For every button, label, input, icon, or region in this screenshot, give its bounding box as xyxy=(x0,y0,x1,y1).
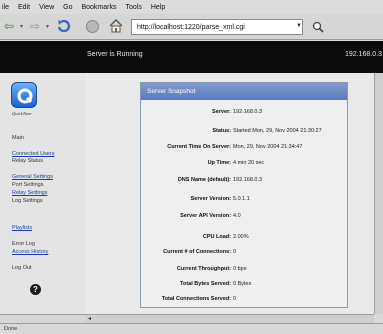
row-value: Mon, 29, Nov 2004 21:34:47 xyxy=(233,144,303,150)
snapshot-row: Current # of Connections: 0 xyxy=(141,249,347,259)
snapshot-row: Status: Started Mon, 29, Nov 2004 21:30:… xyxy=(141,128,347,138)
status-text: Done xyxy=(4,326,18,332)
sidebar-item-port-settings[interactable]: Port Settings xyxy=(12,182,44,188)
sidebar: QuickTime Main Connected Users Relay Sta… xyxy=(0,73,85,314)
sidebar-item-error-log[interactable]: Error Log xyxy=(12,241,35,247)
horizontal-scrollbar[interactable]: ◂ xyxy=(86,314,374,323)
server-status-header: Server is Running 192.168.0.3 xyxy=(0,41,383,73)
row-value: Started Mon, 29, Nov 2004 21:30:27 xyxy=(233,128,322,134)
menu-file[interactable]: ile xyxy=(2,4,9,11)
panel-title: Server Snapshot xyxy=(141,83,347,100)
scroll-left-icon[interactable]: ◂ xyxy=(88,315,91,322)
quicktime-logo-text: QuickTime xyxy=(12,111,32,116)
snapshot-row: Server Version: 5.0.1.1 xyxy=(141,196,347,206)
snapshot-row: Up Time: 4 min 20 sec xyxy=(141,160,347,170)
row-value: 4 min 20 sec xyxy=(233,160,265,166)
row-label: Server: xyxy=(212,109,231,115)
row-value: 0 xyxy=(233,249,237,255)
row-label: Server Version: xyxy=(190,196,231,202)
snapshot-row: Server: 192.168.0.3 xyxy=(141,109,347,119)
row-label: Current Time On Server: xyxy=(167,144,231,150)
row-value: 0 Bytes xyxy=(233,281,252,287)
row-label: Server API Version: xyxy=(180,213,231,219)
server-ip-text: 192.168.0.3 xyxy=(345,51,382,58)
row-value: 0 xyxy=(233,296,237,302)
row-label: Total Bytes Served: xyxy=(180,281,231,287)
row-value: 2.00% xyxy=(233,234,249,240)
snapshot-row: Total Connections Served: 0 xyxy=(141,296,347,306)
menu-view[interactable]: View xyxy=(39,4,54,11)
snapshot-row: Current Throughput: 0 bps xyxy=(141,266,347,276)
snapshot-row: Total Bytes Served: 0 Bytes xyxy=(141,281,347,291)
help-icon[interactable]: ? xyxy=(30,284,41,295)
sidebar-scroll-track xyxy=(0,314,86,323)
address-bar[interactable]: http://localhost:1220/parse_xml.cgi xyxy=(131,19,303,35)
row-label: Up Time: xyxy=(207,160,231,166)
navigation-toolbar: ⇦ ▾ ⇨ ▾ http://localhost:1220/parse_xml.… xyxy=(0,14,383,40)
menu-help[interactable]: Help xyxy=(151,4,165,11)
row-label: Current Throughput: xyxy=(176,266,231,272)
row-value: 4.0 xyxy=(233,213,241,219)
row-value: 192.168.0.3 xyxy=(233,177,263,183)
sidebar-item-general-settings[interactable]: General Settings xyxy=(12,174,53,180)
row-value: 5.0.1.1 xyxy=(233,196,250,202)
server-snapshot-panel: Server Snapshot Server: 192.168.0.3 Stat… xyxy=(140,82,348,308)
home-icon[interactable] xyxy=(109,19,123,33)
vertical-scrollbar[interactable] xyxy=(374,73,383,314)
row-value: 0 bps xyxy=(233,266,247,272)
browser-status-bar: Done xyxy=(0,323,383,334)
forward-dropdown-icon[interactable]: ▾ xyxy=(46,23,49,30)
snapshot-row: CPU Load: 2.00% xyxy=(141,234,347,244)
snapshot-row: Server API Version: 4.0 xyxy=(141,213,347,223)
menu-tools[interactable]: Tools xyxy=(125,4,141,11)
menu-go[interactable]: Go xyxy=(63,4,72,11)
back-icon[interactable]: ⇦ xyxy=(4,19,14,33)
reload-icon[interactable] xyxy=(56,18,72,34)
sidebar-item-log-settings[interactable]: Log Settings xyxy=(12,198,43,204)
sidebar-item-relay-settings[interactable]: Relay Settings xyxy=(12,190,47,196)
sidebar-item-playlists[interactable]: Playlists xyxy=(12,225,32,231)
snapshot-row: DNS Name (default): 192.168.0.3 xyxy=(141,177,347,187)
menu-edit[interactable]: Edit xyxy=(18,4,30,11)
row-label: Total Connections Served: xyxy=(161,296,231,302)
row-label: CPU Load: xyxy=(202,234,231,240)
row-label: Current # of Connections: xyxy=(163,249,231,255)
address-dropdown-icon[interactable]: ▼ xyxy=(296,23,302,29)
quicktime-logo-icon xyxy=(11,82,37,108)
row-value: 192.168.0.3 xyxy=(233,109,263,115)
row-label: Status: xyxy=(212,128,231,134)
back-dropdown-icon[interactable]: ▾ xyxy=(20,23,23,30)
sidebar-item-relay-status[interactable]: Relay Status xyxy=(12,158,43,164)
server-running-text: Server is Running xyxy=(87,51,143,58)
sidebar-item-access-history[interactable]: Access History xyxy=(12,249,48,255)
search-icon[interactable] xyxy=(312,20,324,33)
menu-bar: ile Edit View Go Bookmarks Tools Help xyxy=(0,0,383,14)
stop-icon[interactable] xyxy=(86,20,99,33)
sidebar-item-connected-users[interactable]: Connected Users xyxy=(12,151,55,157)
row-label: DNS Name (default): xyxy=(177,177,231,183)
address-url: http://localhost:1220/parse_xml.cgi xyxy=(137,23,245,31)
forward-icon[interactable]: ⇨ xyxy=(30,19,40,33)
sidebar-item-main[interactable]: Main xyxy=(12,135,24,141)
sidebar-item-log-out[interactable]: Log Out xyxy=(12,265,32,271)
menu-bookmarks[interactable]: Bookmarks xyxy=(81,4,116,11)
snapshot-row: Current Time On Server: Mon, 29, Nov 200… xyxy=(141,144,347,154)
